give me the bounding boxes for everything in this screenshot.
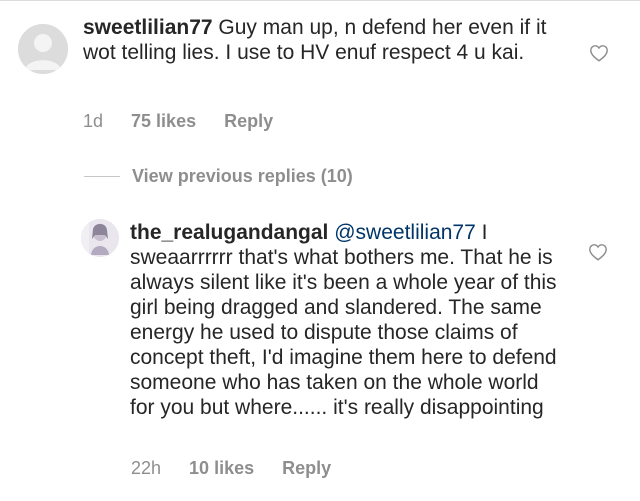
reply-text: I sweaarrrrrr that's what bothers me. Th… (130, 221, 557, 419)
reply-time[interactable]: 22h (131, 458, 161, 479)
reply-reply-button[interactable]: Reply (282, 458, 331, 479)
reply-meta: 22h 10 likes Reply (131, 458, 331, 479)
comment-username[interactable]: sweetlilian77 (83, 16, 213, 39)
default-avatar-icon[interactable] (18, 24, 68, 74)
reply-username[interactable]: the_realugandangal (130, 221, 328, 244)
reply-likes[interactable]: 10 likes (189, 458, 254, 479)
comment-time[interactable]: 1d (83, 111, 103, 132)
comment-meta: 1d 75 likes Reply (83, 111, 273, 132)
comment-likes[interactable]: 75 likes (131, 111, 196, 132)
heart-icon[interactable] (589, 44, 609, 62)
heart-icon[interactable] (588, 243, 608, 261)
view-previous-replies-label: View previous replies (10) (132, 166, 353, 186)
view-previous-replies-button[interactable]: View previous replies (10) (84, 166, 353, 187)
reply-mention[interactable]: @sweetlilian77 (334, 221, 476, 244)
comment-body: sweetlilian77 Guy man up, n defend her e… (83, 15, 578, 65)
replies-divider-line (84, 176, 120, 177)
comment-reply-button[interactable]: Reply (224, 111, 273, 132)
reply-body: the_realugandangal @sweetlilian77 I swea… (130, 220, 565, 420)
top-divider (0, 0, 640, 1)
reply-avatar[interactable] (81, 219, 119, 257)
